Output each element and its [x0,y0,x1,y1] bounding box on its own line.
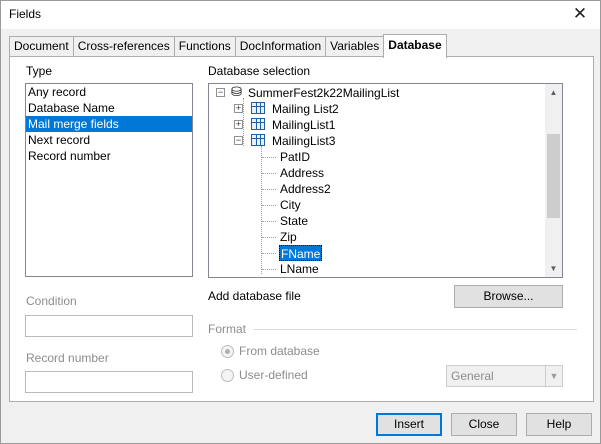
table-icon [251,118,265,130]
tree-field-lname[interactable]: LName [280,261,319,277]
database-tree[interactable]: − ⛁ SummerFest2k22MailingList + Mailing … [208,83,563,278]
scroll-thumb[interactable] [547,134,560,218]
tree-connector [262,237,276,238]
tree-connector [262,157,276,158]
tab-cross-references[interactable]: Cross-references [72,36,175,57]
user-defined-radio[interactable] [221,369,234,382]
tab-functions[interactable]: Functions [173,36,236,57]
tree-connector [262,189,276,190]
tree-field-fname[interactable]: FName [279,245,323,261]
tab-database[interactable]: Database [383,34,447,58]
tab-bar: Document Cross-references Functions DocI… [9,34,447,58]
tab-docinformation[interactable]: DocInformation [234,36,327,57]
collapse-icon[interactable]: − [216,88,225,97]
tree-connector [262,173,276,174]
type-item-record-number[interactable]: Record number [26,148,192,164]
tree-connector [243,98,244,146]
tree-root-database[interactable]: SummerFest2k22MailingList [248,85,399,101]
tree-table-mailing-list2[interactable]: Mailing List2 [272,101,339,117]
type-item-mail-merge-fields[interactable]: Mail merge fields [26,116,192,132]
from-database-radio[interactable] [221,345,234,358]
title-bar: Fields ✕ [1,1,600,29]
format-separator [253,329,577,330]
insert-button[interactable]: Insert [376,413,442,436]
format-select-value: General [451,369,494,383]
type-item-any-record[interactable]: Any record [26,84,192,100]
tree-connector [262,221,276,222]
browse-button[interactable]: Browse... [454,285,563,308]
add-database-file-label: Add database file [208,289,301,303]
tab-document[interactable]: Document [9,36,74,57]
fields-dialog: Fields ✕ Document Cross-references Funct… [0,0,601,444]
type-label: Type [26,64,53,78]
format-label: Format [208,322,247,336]
tree-field-city[interactable]: City [280,197,301,213]
tab-variables[interactable]: Variables [325,36,385,57]
user-defined-label: User-defined [239,368,308,382]
table-icon [251,102,265,114]
tree-scrollbar[interactable]: ▲ ▼ [545,84,562,277]
table-icon [251,134,265,146]
database-icon: ⛁ [231,84,242,99]
close-button[interactable]: Close [451,413,517,436]
chevron-down-icon[interactable]: ▼ [545,366,562,386]
tree-table-mailinglist1[interactable]: MailingList1 [272,117,335,133]
tree-field-state[interactable]: State [280,213,308,229]
record-number-label: Record number [26,351,109,365]
tree-field-address[interactable]: Address [280,165,324,181]
from-database-label: From database [239,344,320,358]
database-selection-label: Database selection [208,64,311,78]
format-select[interactable]: General ▼ [446,365,563,387]
record-number-input[interactable] [25,371,193,393]
type-item-next-record[interactable]: Next record [26,132,192,148]
scroll-up-icon[interactable]: ▲ [545,84,562,101]
tree-field-address2[interactable]: Address2 [280,181,331,197]
window-title: Fields [9,7,42,21]
tree-connector [262,269,276,270]
tree-connector [262,253,276,254]
scroll-down-icon[interactable]: ▼ [545,260,562,277]
type-item-database-name[interactable]: Database Name [26,100,192,116]
tree-table-mailinglist3[interactable]: MailingList3 [272,133,335,149]
expand-icon[interactable]: + [234,120,243,129]
condition-label: Condition [26,294,77,308]
tree-connector [261,146,262,274]
condition-input[interactable] [25,315,193,337]
expand-icon[interactable]: + [234,104,243,113]
help-button[interactable]: Help [526,413,592,436]
tree-field-zip[interactable]: Zip [280,229,297,245]
close-icon[interactable]: ✕ [566,3,594,25]
type-list[interactable]: Any record Database Name Mail merge fiel… [25,83,193,277]
collapse-icon[interactable]: − [234,136,243,145]
tree-connector [262,205,276,206]
tree-field-patid[interactable]: PatID [280,149,310,165]
